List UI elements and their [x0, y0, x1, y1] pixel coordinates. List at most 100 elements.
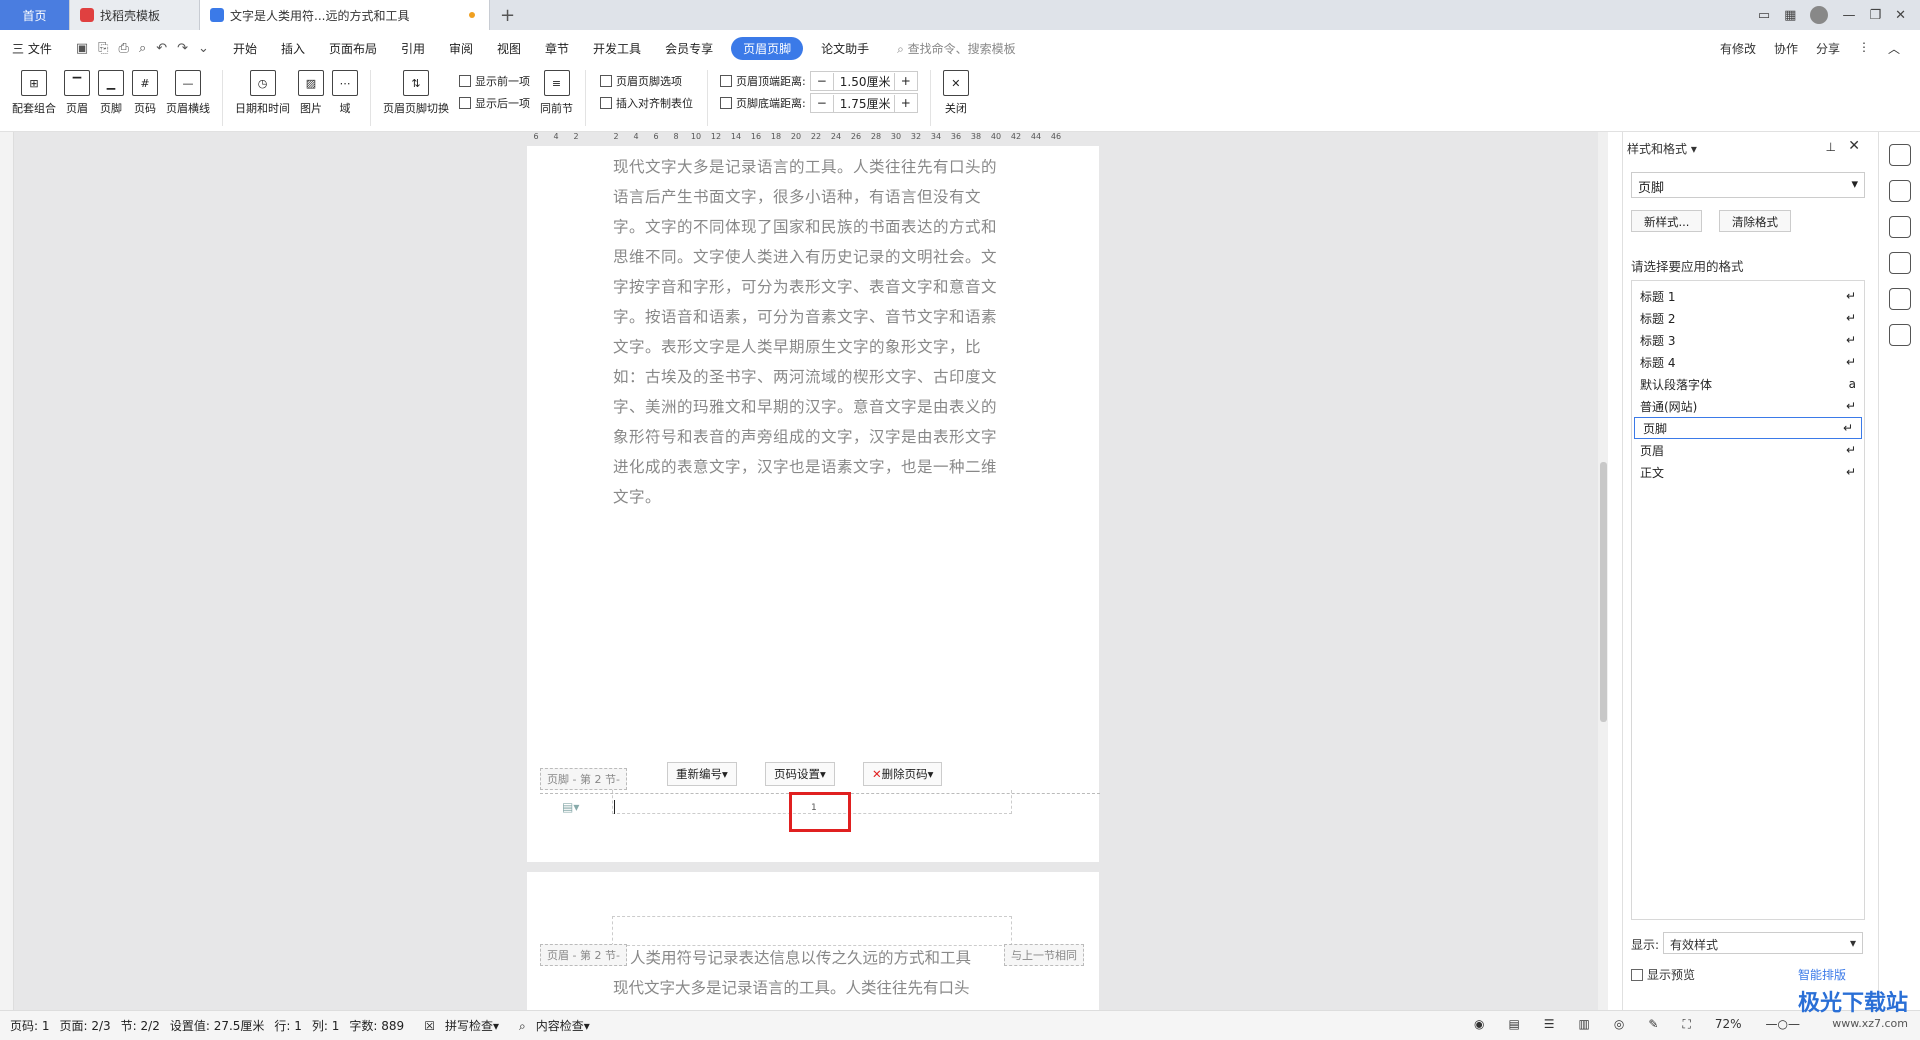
- style-item[interactable]: 标题 2 ↵: [1632, 307, 1864, 329]
- menu-view[interactable]: 视图: [485, 40, 533, 57]
- clear-format-button[interactable]: 清除格式: [1719, 210, 1791, 232]
- increment-icon[interactable]: +: [895, 74, 917, 88]
- smart-layout-button[interactable]: 智能排版: [1798, 966, 1846, 983]
- checkbox[interactable]: [1631, 968, 1643, 981]
- body-paragraph[interactable]: 现代文字大多是记录语言的工具。人类往往先有口头的语言后产生书面文字，很多小语种，…: [613, 152, 1011, 512]
- grid-icon[interactable]: ▦: [1784, 8, 1796, 23]
- show-next-button[interactable]: 显示后一项: [459, 92, 530, 114]
- field-button[interactable]: ⋯ 域: [332, 70, 358, 116]
- decrement-icon[interactable]: −: [811, 74, 833, 88]
- restore-icon[interactable]: ❐: [1869, 8, 1881, 23]
- book-icon[interactable]: [1888, 324, 1911, 346]
- menu-insert[interactable]: 插入: [269, 40, 317, 57]
- new-style-button[interactable]: 新样式...: [1631, 210, 1703, 232]
- menu-reference[interactable]: 引用: [389, 40, 437, 57]
- header-text[interactable]: 人类用符号记录表达信息以传之久远的方式和工具: [630, 946, 971, 968]
- read-view-icon[interactable]: ▥: [1579, 1017, 1590, 1032]
- style-item[interactable]: 页眉 ↵: [1632, 439, 1864, 461]
- panel-title[interactable]: 样式和格式 ▾: [1627, 140, 1697, 157]
- export-icon[interactable]: ⎘: [98, 41, 108, 56]
- save-icon[interactable]: ▣: [76, 41, 88, 56]
- switch-header-footer-button[interactable]: ⇅ 页眉页脚切换: [383, 70, 449, 116]
- renumber-button[interactable]: 重新编号 ▾: [667, 762, 737, 786]
- collapse-ribbon-icon[interactable]: ︿: [1888, 40, 1900, 57]
- menu-member[interactable]: 会员专享: [653, 40, 725, 57]
- close-icon[interactable]: ✕: [1848, 138, 1860, 154]
- datetime-button[interactable]: ◷ 日期和时间: [235, 70, 290, 116]
- pin-icon[interactable]: ⊥: [1826, 140, 1836, 154]
- zoom-level[interactable]: 72%: [1715, 1017, 1742, 1032]
- undo-icon[interactable]: ↶: [156, 41, 167, 56]
- page-view-icon[interactable]: ▤: [1508, 1017, 1519, 1032]
- redo-icon[interactable]: ↷: [177, 41, 188, 56]
- tab-document[interactable]: 文字是人类用符...远的方式和工具: [200, 0, 490, 30]
- document-page[interactable]: 现代文字大多是记录语言的工具。人类往往先有口头的语言后产生书面文字，很多小语种，…: [527, 146, 1099, 862]
- scrollbar-thumb[interactable]: [1600, 462, 1607, 722]
- tab-template[interactable]: 找稻壳模板: [70, 0, 200, 30]
- close-header-footer-button[interactable]: ✕ 关闭: [942, 70, 969, 116]
- print-icon[interactable]: ⎙: [119, 41, 129, 56]
- same-as-prev-button[interactable]: ≡ 同前节: [540, 70, 573, 116]
- content-check-button[interactable]: ⌕ 内容检查▾: [509, 1017, 590, 1034]
- minimize-icon[interactable]: —: [1842, 8, 1855, 23]
- combo-button[interactable]: ⊞ 配套组合: [12, 70, 56, 116]
- spell-check-button[interactable]: ☒ 拼写检查▾: [414, 1017, 499, 1034]
- chevron-down-icon[interactable]: ⌄: [198, 41, 209, 56]
- status-words[interactable]: 字数: 889: [349, 1017, 404, 1034]
- insert-tab-stop-button[interactable]: 插入对齐制表位: [600, 92, 693, 114]
- menu-layout[interactable]: 页面布局: [317, 40, 389, 57]
- adjust-icon[interactable]: [1888, 216, 1911, 238]
- web-view-icon[interactable]: ◎: [1614, 1017, 1624, 1032]
- increment-icon[interactable]: +: [895, 96, 917, 110]
- menu-devtools[interactable]: 开发工具: [581, 40, 653, 57]
- show-filter-dropdown[interactable]: 有效样式 ▾: [1663, 932, 1863, 954]
- page-icon[interactable]: ▤▾: [562, 800, 579, 814]
- modified-button[interactable]: 有修改: [1720, 40, 1756, 57]
- picture-button[interactable]: ▨ 图片: [298, 70, 324, 116]
- decrement-icon[interactable]: −: [811, 96, 833, 110]
- style-item[interactable]: 标题 4 ↵: [1632, 351, 1864, 373]
- location-icon[interactable]: [1888, 288, 1911, 310]
- menu-thesis[interactable]: 论文助手: [809, 40, 881, 57]
- footer-button[interactable]: ▁ 页脚: [98, 70, 124, 116]
- menu-chapter[interactable]: 章节: [533, 40, 581, 57]
- top-distance-stepper[interactable]: −1.50厘米 +: [809, 71, 918, 91]
- status-pages[interactable]: 页面: 2/3: [60, 1017, 111, 1034]
- close-icon[interactable]: ✕: [1895, 8, 1906, 23]
- style-item[interactable]: 标题 1 ↵: [1632, 285, 1864, 307]
- menu-review[interactable]: 审阅: [437, 40, 485, 57]
- header-button[interactable]: ▔ 页眉: [64, 70, 90, 116]
- style-item[interactable]: 正文 ↵: [1632, 461, 1864, 483]
- command-search[interactable]: ⌕ 查找命令、搜索模板: [881, 40, 1016, 57]
- page2-text[interactable]: 现代文字大多是记录语言的工具。人类往往先有口头: [613, 976, 970, 998]
- more-icon[interactable]: ⋮: [1858, 40, 1870, 57]
- collaborate-button[interactable]: 协作: [1774, 40, 1798, 57]
- vertical-ruler[interactable]: [0, 132, 14, 1010]
- pen-icon[interactable]: ✎: [1648, 1017, 1658, 1032]
- share-button[interactable]: 分享: [1816, 40, 1840, 57]
- style-item[interactable]: 默认段落字体 a: [1632, 373, 1864, 395]
- tab-home[interactable]: 首页: [0, 0, 70, 30]
- header-area[interactable]: [612, 916, 1012, 946]
- preview-icon[interactable]: ⌕: [139, 41, 146, 56]
- outline-view-icon[interactable]: ☰: [1544, 1017, 1555, 1032]
- image-icon[interactable]: [1888, 252, 1911, 274]
- style-item[interactable]: 普通(网站) ↵: [1632, 395, 1864, 417]
- fit-icon[interactable]: ⛶: [1682, 1017, 1690, 1032]
- header-footer-options-button[interactable]: 页眉页脚选项: [600, 70, 693, 92]
- status-row[interactable]: 行: 1: [274, 1017, 302, 1034]
- header-line-button[interactable]: — 页眉横线: [166, 70, 210, 116]
- layout-icon[interactable]: ▭: [1758, 8, 1770, 23]
- avatar[interactable]: [1810, 6, 1829, 24]
- eye-icon[interactable]: ◉: [1474, 1017, 1484, 1032]
- delete-page-number-button[interactable]: ✕ 删除页码 ▾: [863, 762, 943, 786]
- zoom-slider[interactable]: —○—: [1766, 1017, 1800, 1032]
- edit-icon[interactable]: [1888, 144, 1911, 166]
- new-tab-button[interactable]: +: [490, 0, 525, 30]
- menu-file[interactable]: 三 文件: [0, 40, 64, 57]
- menu-header-footer[interactable]: 页眉页脚: [731, 36, 804, 60]
- bottom-distance-stepper[interactable]: −1.75厘米 +: [809, 93, 918, 113]
- show-prev-button[interactable]: 显示前一项: [459, 70, 530, 92]
- status-section[interactable]: 节: 2/2: [121, 1017, 160, 1034]
- horizontal-ruler[interactable]: 6 4 2 2 4 6 8 10 12 14 16 18 20 22 24 26 28 30 32 34 36 38 40 4…: [526, 132, 1086, 146]
